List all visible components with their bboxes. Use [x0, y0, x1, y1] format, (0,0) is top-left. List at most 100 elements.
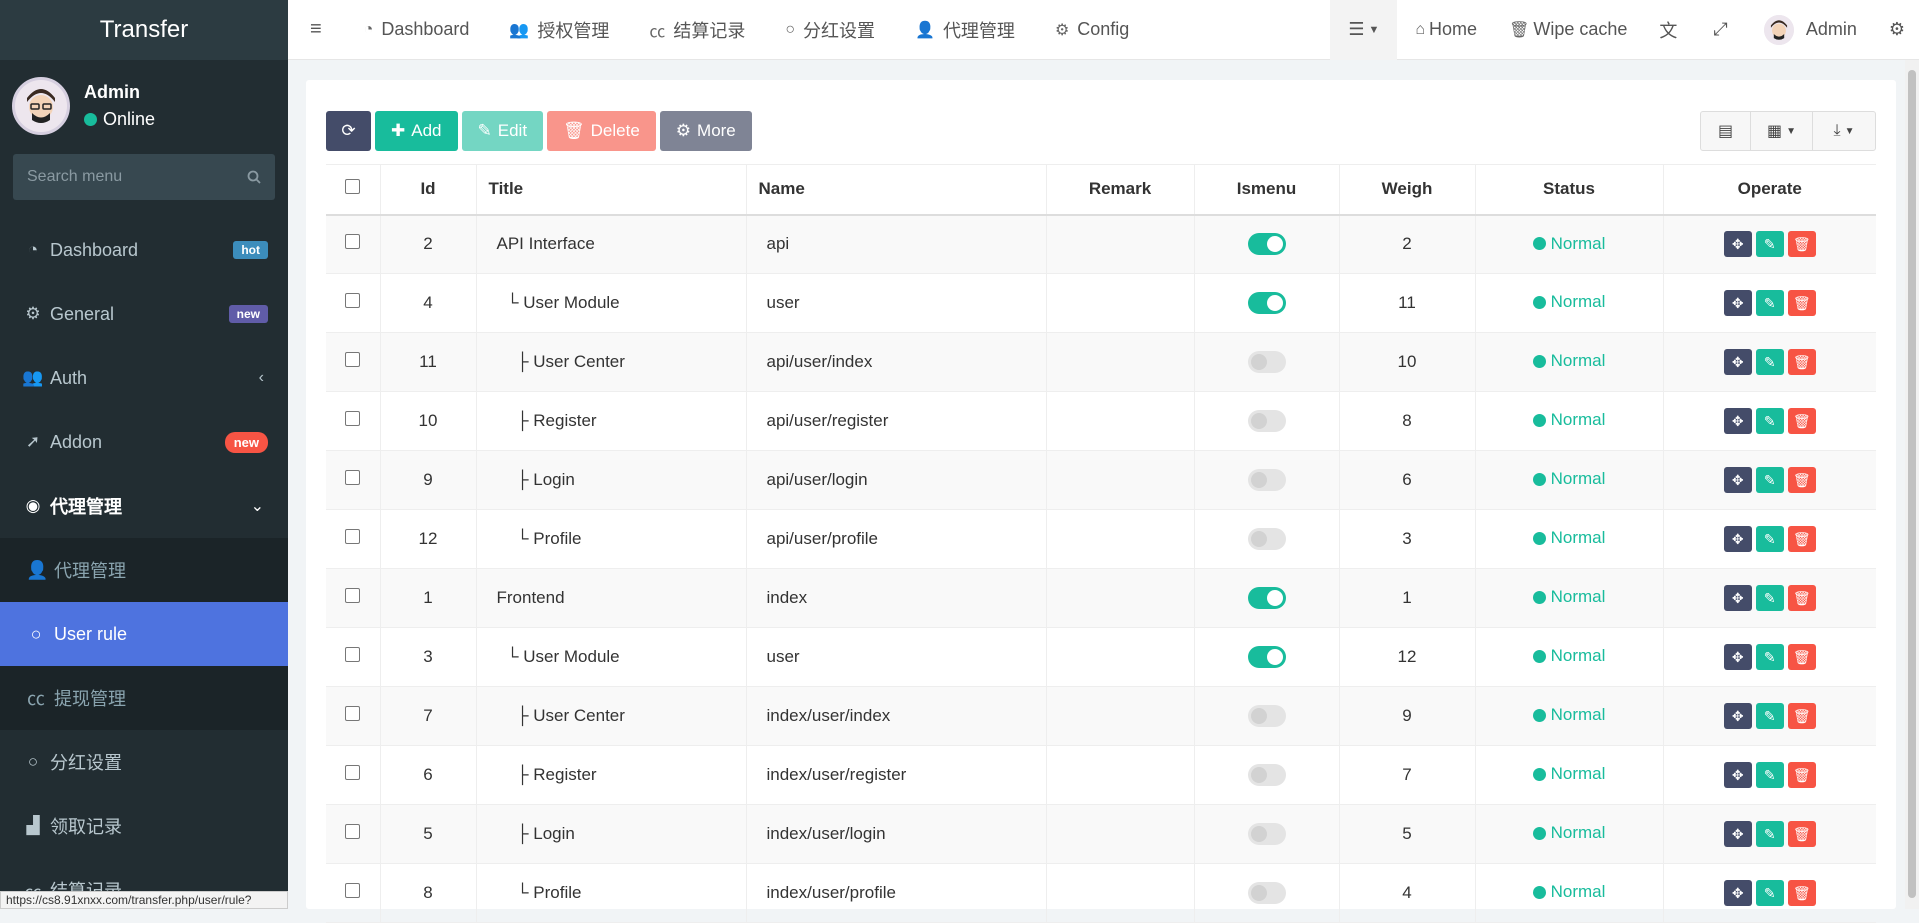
status-badge[interactable]: Normal [1532, 234, 1605, 254]
drag-move-icon[interactable]: ✥ [1723, 231, 1752, 258]
edit-button[interactable]: ✎ Edit [461, 111, 544, 151]
edit-row-icon[interactable]: ✎ [1755, 526, 1784, 552]
sidebar-subitem-withdraw[interactable]: ㏄ 提现管理 [0, 666, 288, 730]
table-row[interactable]: 12 └ Profile api/user/profile 3 Normal ✥ ✎ 🗑 [326, 509, 1876, 569]
select-all-checkbox[interactable] [345, 179, 361, 195]
sidebar-toggle-button[interactable]: ≡ [288, 0, 344, 60]
col-header-title[interactable]: Title [475, 164, 746, 216]
table-row[interactable]: 7 ├ User Center index/user/index 9 Normal ✥ ✎ 🗑 [326, 686, 1876, 746]
nav-dropdown-button[interactable]: ☰ ▼ [1330, 0, 1398, 60]
ismenu-toggle[interactable] [1247, 705, 1286, 727]
tab-dashboard[interactable]: ◔ Dashboard [344, 0, 490, 60]
row-checkbox[interactable] [345, 824, 361, 839]
ismenu-toggle[interactable] [1247, 469, 1286, 491]
ismenu-toggle[interactable] [1247, 823, 1286, 845]
row-checkbox[interactable] [345, 529, 361, 544]
status-badge[interactable]: Normal [1532, 587, 1605, 607]
table-row[interactable]: 10 ├ Register api/user/register 8 Normal ✥ ✎ 🗑 [326, 391, 1876, 451]
control-sidebar-icon[interactable]: ⚙ [1875, 0, 1919, 60]
delete-row-icon[interactable]: 🗑 [1787, 349, 1816, 375]
refresh-button[interactable]: ⟳ [326, 111, 371, 151]
col-header-weigh[interactable]: Weigh [1338, 164, 1475, 216]
status-badge[interactable]: Normal [1532, 705, 1605, 725]
col-header-remark[interactable]: Remark [1045, 164, 1194, 216]
card-view-button[interactable]: ▤ [1701, 112, 1751, 150]
delete-button[interactable]: 🗑 Delete [547, 111, 656, 151]
status-badge[interactable]: Normal [1532, 882, 1605, 902]
row-checkbox[interactable] [345, 293, 361, 308]
sidebar-item-claims[interactable]: ▟ 领取记录 [0, 794, 288, 858]
row-checkbox[interactable] [345, 234, 361, 250]
fullscreen-icon[interactable]: ⤢ [1695, 0, 1745, 60]
scroll-thumb[interactable] [1908, 70, 1916, 898]
brand-logo[interactable]: Transfer [0, 0, 288, 60]
drag-move-icon[interactable]: ✥ [1723, 290, 1752, 316]
table-row[interactable]: 2 API Interface api 2 Normal ✥ ✎ 🗑 [326, 214, 1876, 274]
sidebar-item-dashboard[interactable]: ◔ Dashboard hot [0, 218, 288, 282]
ismenu-toggle[interactable] [1247, 410, 1286, 432]
tab-auth-management[interactable]: 👥 授权管理 [489, 0, 629, 60]
delete-row-icon[interactable]: 🗑 [1787, 526, 1816, 552]
sidebar-item-dividend[interactable]: ○ 分红设置 [0, 730, 288, 794]
status-badge[interactable]: Normal [1532, 764, 1605, 784]
sidebar-item-addon[interactable]: ➚ Addon new [0, 410, 288, 474]
row-checkbox[interactable] [345, 883, 361, 898]
table-row[interactable]: 9 ├ Login api/user/login 6 Normal ✥ ✎ 🗑 [326, 450, 1876, 510]
delete-row-icon[interactable]: 🗑 [1787, 762, 1816, 788]
tab-settlement-records[interactable]: ㏄结算记录 [629, 0, 765, 60]
tab-dividend-settings[interactable]: ○ 分红设置 [765, 0, 895, 60]
status-badge[interactable]: Normal [1532, 410, 1605, 430]
status-badge[interactable]: Normal [1532, 823, 1605, 843]
row-checkbox[interactable] [345, 706, 361, 721]
status-badge[interactable]: Normal [1532, 292, 1605, 312]
col-header-status[interactable]: Status [1474, 164, 1663, 216]
edit-row-icon[interactable]: ✎ [1755, 880, 1784, 906]
ismenu-toggle[interactable] [1247, 882, 1286, 904]
edit-row-icon[interactable]: ✎ [1755, 467, 1784, 493]
drag-move-icon[interactable]: ✥ [1723, 762, 1752, 788]
ismenu-toggle[interactable] [1247, 764, 1286, 786]
delete-row-icon[interactable]: 🗑 [1787, 290, 1816, 316]
drag-move-icon[interactable]: ✥ [1723, 644, 1752, 670]
table-row[interactable]: 6 ├ Register index/user/register 7 Normal ✥ ✎ 🗑 [326, 745, 1876, 805]
delete-row-icon[interactable]: 🗑 [1787, 585, 1816, 611]
sidebar-item-agent[interactable]: ◉ 代理管理 ⌄ [0, 474, 288, 538]
delete-row-icon[interactable]: 🗑 [1787, 467, 1816, 493]
home-link[interactable]: ⌂ Home [1397, 0, 1495, 60]
table-row[interactable]: 11 ├ User Center api/user/index 10 Normal ✥ ✎ 🗑 [326, 332, 1876, 392]
ismenu-toggle[interactable] [1247, 587, 1286, 609]
status-badge[interactable]: Normal [1532, 351, 1605, 371]
row-checkbox[interactable] [345, 411, 361, 426]
row-checkbox[interactable] [345, 352, 361, 367]
search-icon[interactable] [247, 170, 261, 184]
drag-move-icon[interactable]: ✥ [1723, 349, 1752, 375]
table-row[interactable]: 5 ├ Login index/user/login 5 Normal ✥ ✎ 🗑 [326, 804, 1876, 864]
sidebar-subitem-agent[interactable]: 👤 代理管理 [0, 538, 288, 602]
delete-row-icon[interactable]: 🗑 [1787, 703, 1816, 729]
edit-row-icon[interactable]: ✎ [1755, 821, 1784, 847]
drag-move-icon[interactable]: ✥ [1723, 880, 1752, 906]
delete-row-icon[interactable]: 🗑 [1787, 644, 1816, 670]
table-row[interactable]: 8 └ Profile index/user/profile 4 Normal ✥ ✎ 🗑 [326, 863, 1876, 923]
sidebar-item-auth[interactable]: 👥 Auth ‹ [0, 346, 288, 410]
col-header-name[interactable]: Name [745, 164, 1046, 216]
ismenu-toggle[interactable] [1247, 528, 1286, 550]
col-header-ismenu[interactable]: Ismenu [1193, 164, 1339, 216]
delete-row-icon[interactable]: 🗑 [1787, 880, 1816, 906]
drag-move-icon[interactable]: ✥ [1723, 467, 1752, 493]
edit-row-icon[interactable]: ✎ [1755, 349, 1784, 375]
status-badge[interactable]: Normal [1532, 469, 1605, 489]
drag-move-icon[interactable]: ✥ [1723, 703, 1752, 729]
export-dropdown-button[interactable]: ⤓ ▼ [1813, 112, 1875, 150]
sidebar-subitem-user-rule[interactable]: ○ User rule [0, 602, 288, 666]
add-button[interactable]: ✚ Add [375, 111, 458, 151]
status-badge[interactable]: Normal [1532, 528, 1605, 548]
tab-agent-management[interactable]: 👤 代理管理 [895, 0, 1035, 60]
row-checkbox[interactable] [345, 588, 361, 603]
row-checkbox[interactable] [345, 470, 361, 485]
ismenu-toggle[interactable] [1247, 351, 1286, 373]
drag-move-icon[interactable]: ✥ [1723, 821, 1752, 847]
table-row[interactable]: 4 └ User Module user 11 Normal ✥ ✎ 🗑 [326, 273, 1876, 333]
more-button[interactable]: ⚙ More [659, 111, 752, 151]
row-checkbox[interactable] [345, 647, 361, 662]
